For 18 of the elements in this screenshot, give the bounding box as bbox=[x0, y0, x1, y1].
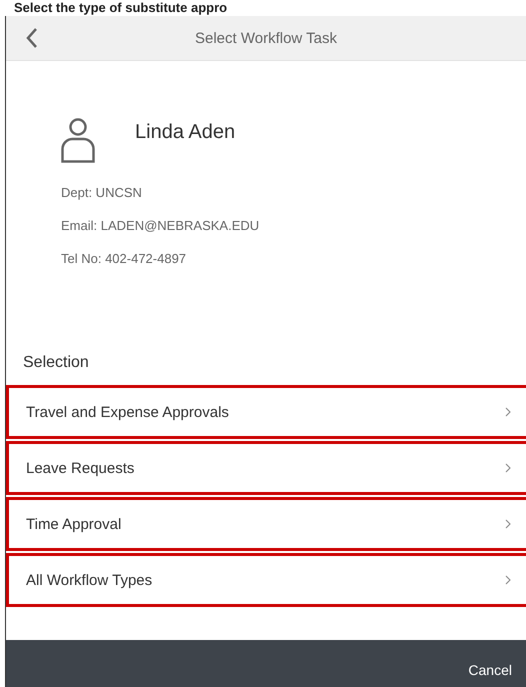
header-title: Select Workflow Task bbox=[194, 30, 338, 46]
workflow-list-item[interactable]: Leave Requests bbox=[6, 441, 526, 495]
user-detail: Email: LADEN@NEBRASKA.EDU bbox=[61, 218, 260, 233]
chevron-icon bbox=[505, 407, 511, 417]
workflow-list-item[interactable]: Travel and Expense Approvals bbox=[6, 385, 526, 439]
cancel-button[interactable]: Cancel bbox=[454, 658, 526, 682]
user-detail: Tel No: 402-472-4897 bbox=[61, 251, 188, 266]
chevron-icon bbox=[505, 575, 511, 585]
workflow-list-item[interactable]: Time Approval bbox=[6, 497, 526, 551]
section-title: Selection bbox=[22, 353, 90, 373]
back-icon[interactable] bbox=[26, 27, 38, 49]
chevron-icon bbox=[505, 463, 511, 473]
chevron-icon bbox=[505, 519, 511, 529]
user-detail: Dept: UNCSN bbox=[61, 185, 143, 200]
person-icon bbox=[61, 117, 95, 163]
workflow-list-item[interactable]: All Workflow Types bbox=[6, 553, 526, 607]
instruction-heading: Select the type of substitute appro bbox=[14, 0, 228, 16]
user-name: Linda Aden bbox=[135, 121, 236, 144]
